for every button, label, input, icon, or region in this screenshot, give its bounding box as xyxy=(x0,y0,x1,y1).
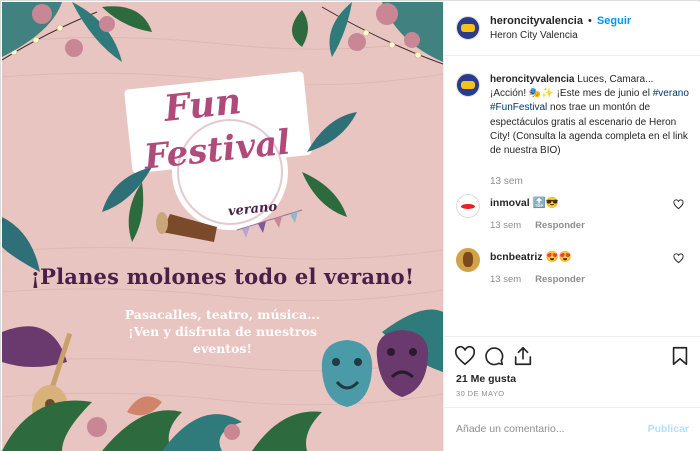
subcopy-line: ¡Ven y disfruta de nuestros xyxy=(128,324,317,339)
like-comment-heart-icon[interactable] xyxy=(673,253,684,264)
comment-username[interactable]: inmoval xyxy=(490,197,530,209)
comment-input[interactable] xyxy=(456,419,626,439)
comment-line: bcnbeatriz 😍😍 xyxy=(490,250,572,263)
post-date: 30 DE MAYO xyxy=(456,389,505,398)
post-headline: ¡Planes molones todo el verano! xyxy=(30,264,415,289)
follow-button[interactable]: Seguir xyxy=(597,15,631,27)
comment-item: inmoval 🔝😎 13 sem Responder xyxy=(444,194,700,246)
avatar[interactable] xyxy=(456,16,480,40)
post-header: heroncityvalencia • Seguir Heron City Va… xyxy=(444,2,700,56)
hashtag-link[interactable]: #FunFestival xyxy=(490,102,547,113)
post-actions: 21 Me gusta 30 DE MAYO Publicar xyxy=(444,336,700,451)
separator-dot: • xyxy=(588,15,592,27)
like-comment-heart-icon[interactable] xyxy=(673,199,684,210)
caption-timestamp[interactable]: 13 sem xyxy=(490,176,523,187)
add-comment-bar: Publicar xyxy=(444,407,700,451)
publish-button[interactable]: Publicar xyxy=(648,423,689,435)
comment-username[interactable]: bcnbeatriz xyxy=(490,251,543,263)
subcopy-line: eventos! xyxy=(193,341,252,356)
post-subcopy: Pasacalles, teatro, música... ¡Ven y dis… xyxy=(2,306,443,357)
comment-timestamp[interactable]: 13 sem xyxy=(490,220,521,231)
heart-icon[interactable] xyxy=(454,345,476,367)
avatar[interactable] xyxy=(456,73,480,97)
instagram-post-frame: Fun Festival verano ¡Planes molones todo… xyxy=(0,0,700,451)
comment-timestamp[interactable]: 13 sem xyxy=(490,274,521,285)
header-location[interactable]: Heron City Valencia xyxy=(490,30,578,41)
avatar[interactable] xyxy=(456,194,480,218)
comment-icon[interactable] xyxy=(483,345,505,367)
comment-meta: 13 sem Responder xyxy=(490,274,585,285)
reply-button[interactable]: Responder xyxy=(535,220,585,231)
comment-meta: 13 sem Responder xyxy=(490,220,585,231)
bookmark-icon[interactable] xyxy=(669,345,691,367)
share-icon[interactable] xyxy=(512,345,534,367)
likes-count[interactable]: 21 Me gusta xyxy=(456,373,516,385)
header-username-row: heroncityvalencia • Seguir xyxy=(490,15,631,27)
comments-section[interactable]: heroncityvalencia Luces, Camara... ¡Acci… xyxy=(444,57,700,336)
subcopy-line: Pasacalles, teatro, música... xyxy=(124,307,321,322)
comment-line: inmoval 🔝😎 xyxy=(490,196,559,209)
header-username[interactable]: heroncityvalencia xyxy=(490,15,583,27)
avatar[interactable] xyxy=(456,248,480,272)
post-image[interactable]: Fun Festival verano ¡Planes molones todo… xyxy=(2,2,443,451)
reply-button[interactable]: Responder xyxy=(535,274,585,285)
comment-text: 🔝😎 xyxy=(532,197,559,209)
post-illustration xyxy=(2,2,443,451)
comment-item: bcnbeatriz 😍😍 13 sem Responder xyxy=(444,248,700,300)
caption-text: heroncityvalencia Luces, Camara... ¡Acci… xyxy=(490,73,690,158)
logo-fun-text: Fun xyxy=(162,80,244,130)
caption-username[interactable]: heroncityvalencia xyxy=(490,74,574,85)
hashtag-link[interactable]: #verano xyxy=(653,88,689,99)
comment-text: 😍😍 xyxy=(545,251,572,263)
post-side-panel: heroncityvalencia • Seguir Heron City Va… xyxy=(443,2,700,451)
